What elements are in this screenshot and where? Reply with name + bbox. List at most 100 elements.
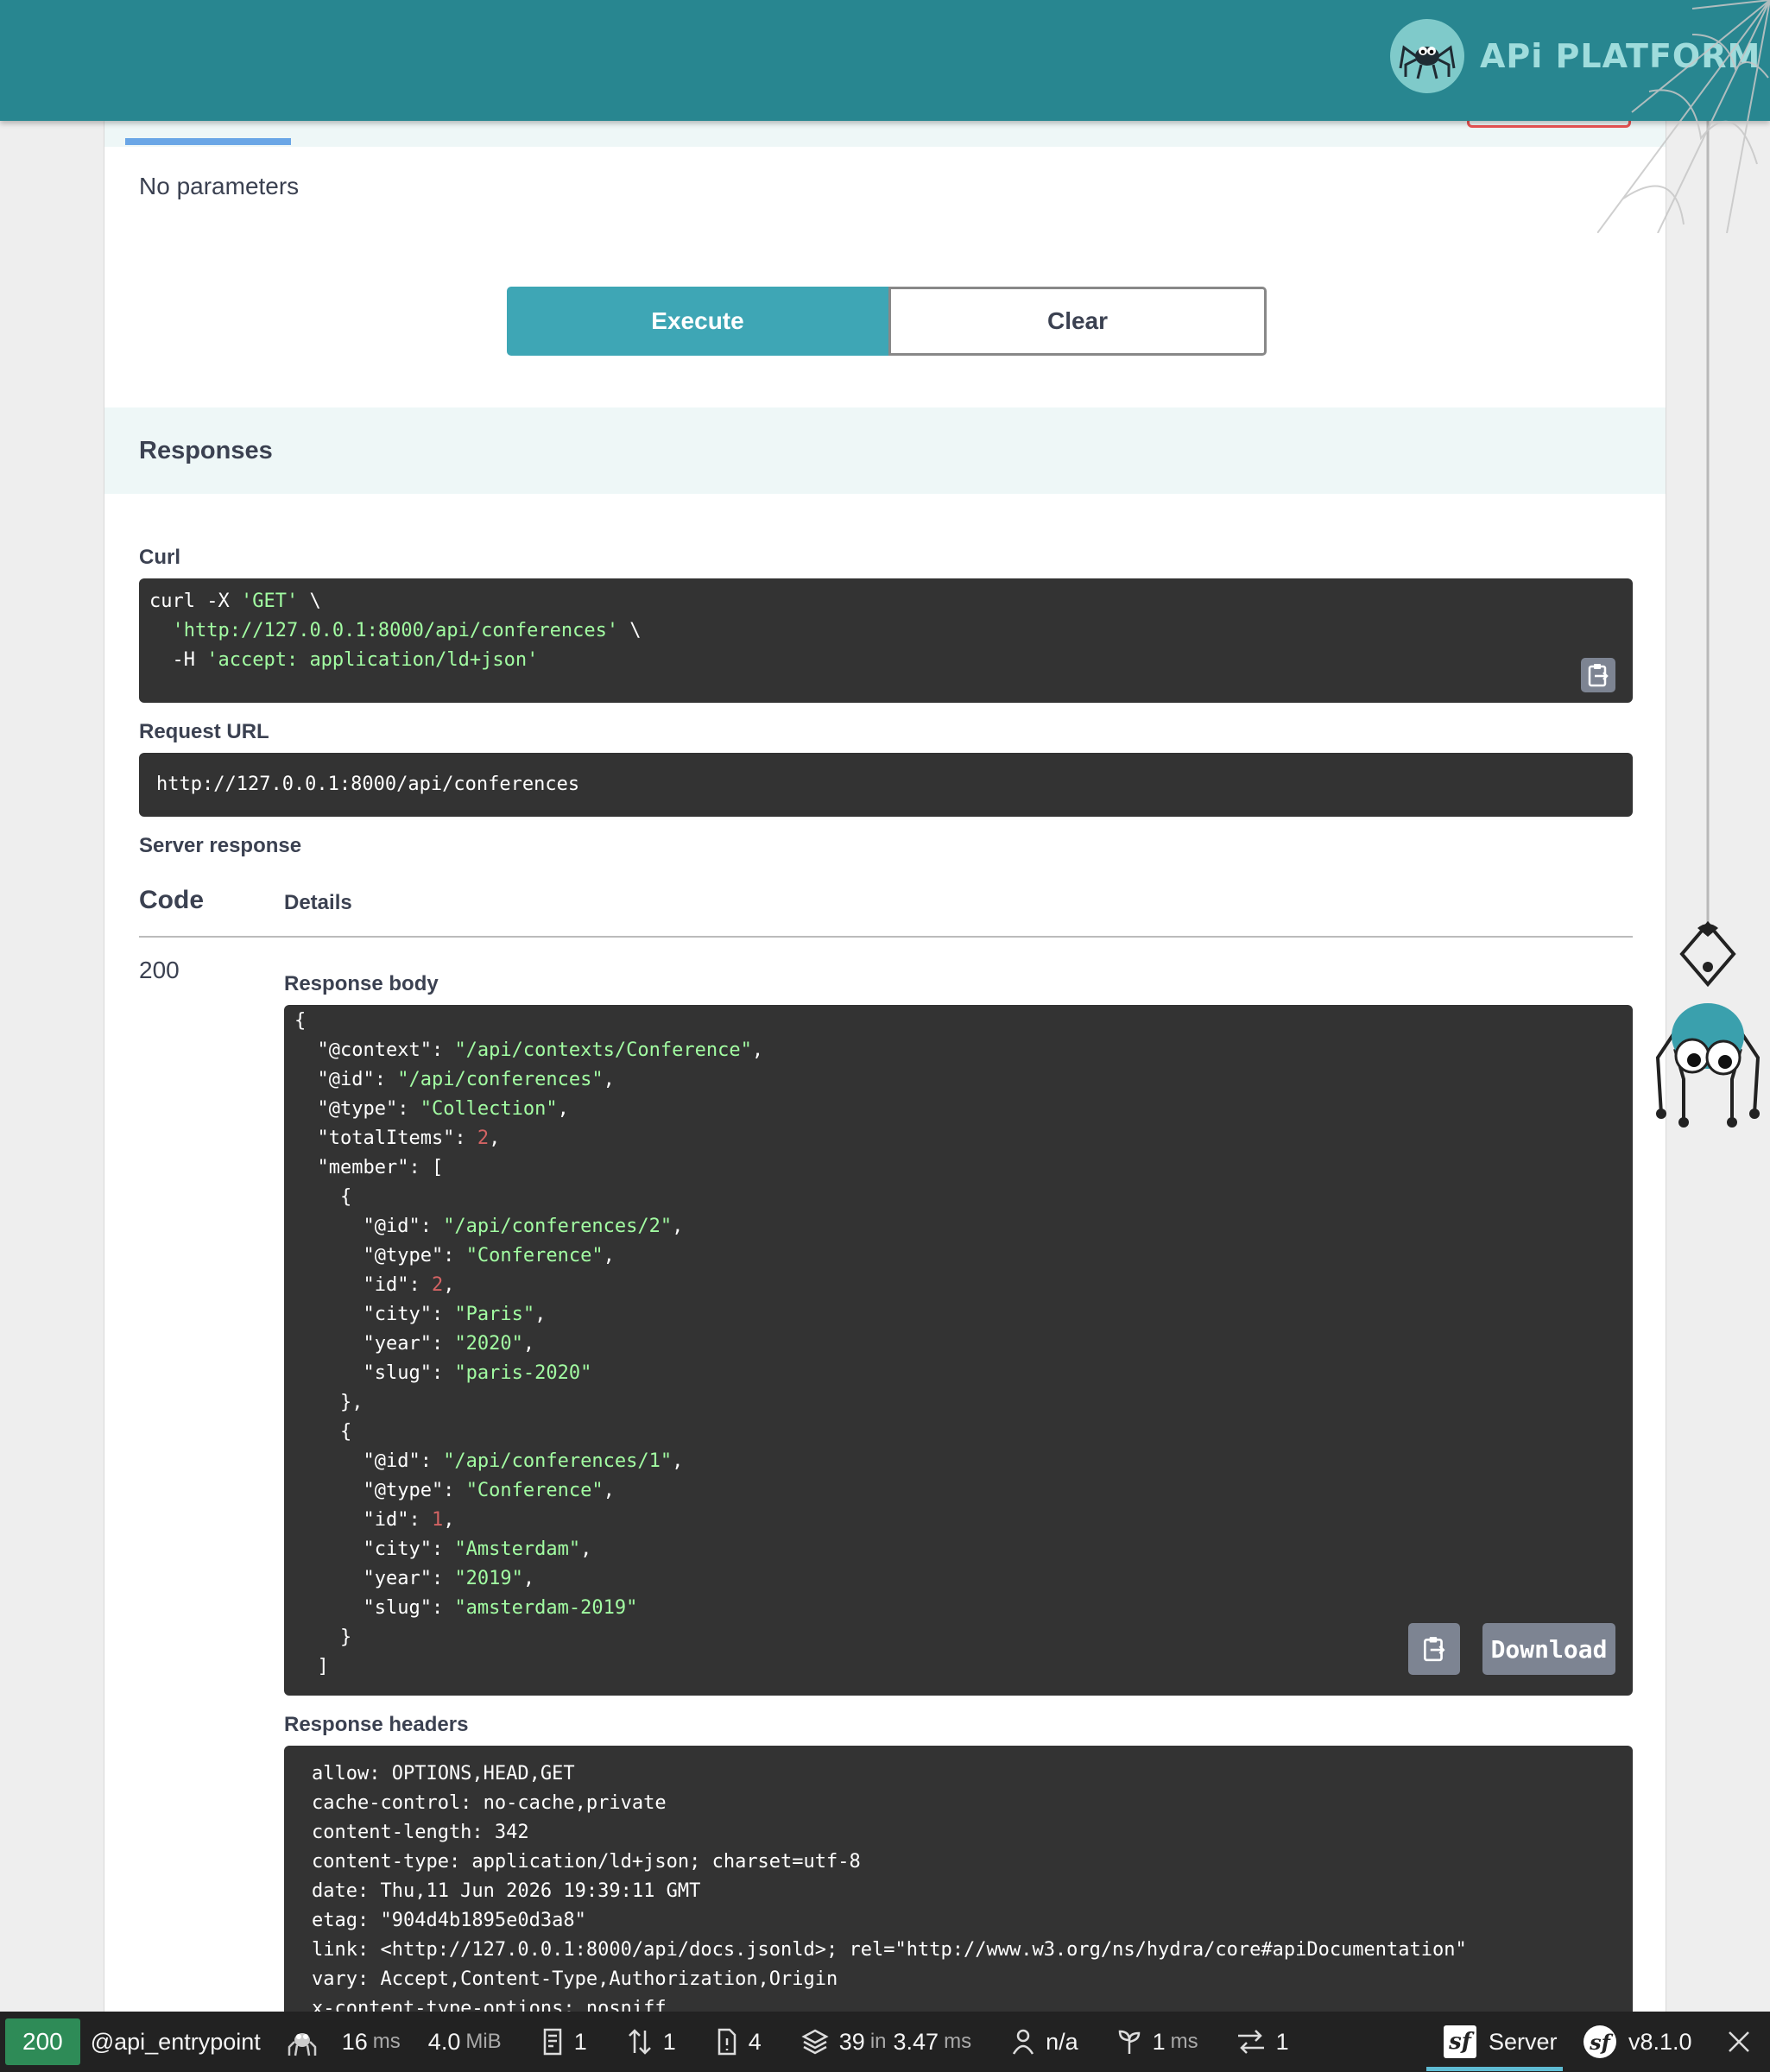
header-line: etag: "904d4b1895e0d3a8": [312, 1910, 586, 1931]
server-label: Server: [1489, 2028, 1558, 2055]
cache-unit: ms: [944, 2030, 972, 2053]
response-status-code: 200: [139, 957, 180, 983]
log-icon: [543, 2028, 561, 2056]
header-line: cache-control: no-cache,private: [312, 1792, 667, 1814]
curl-label: Curl: [139, 546, 180, 569]
user-icon: [1013, 2029, 1034, 2055]
json-line: "id": 1,: [294, 1509, 455, 1531]
memory-unit: MiB: [465, 2030, 502, 2053]
route-name[interactable]: @api_entrypoint: [91, 2012, 261, 2072]
memory-value: 4.0: [427, 2028, 461, 2055]
header-line: content-length: 342: [312, 1822, 529, 1843]
debug-toolbar: 200 @api_entrypoint 16 ms 4.0 MiB 1 1 4 39…: [0, 2012, 1770, 2072]
clipboard-copy-icon: [1423, 1637, 1445, 1662]
json-line: "@type": "Conference",: [294, 1480, 615, 1501]
curl-command-text: curl -X 'GET' \ 'http://127.0.0.1:8000/a…: [149, 587, 642, 675]
clipboard-copy-icon: [1588, 664, 1609, 687]
copy-response-button[interactable]: [1408, 1623, 1460, 1675]
json-line: "slug": "paris-2020": [294, 1362, 592, 1384]
json-line: }: [294, 1627, 352, 1648]
api-platform-logo[interactable]: APi PLATFORM: [1390, 19, 1761, 93]
status-badge[interactable]: 200: [5, 2018, 80, 2065]
security-panel[interactable]: n/a: [1011, 2012, 1078, 2072]
json-line: "member": [: [294, 1157, 444, 1178]
brand-name: APi PLATFORM: [1480, 37, 1761, 75]
header-line: link: <http://127.0.0.1:8000/api/docs.js…: [312, 1939, 1467, 1961]
init-unit: ms: [1170, 2030, 1198, 2053]
symfony-version[interactable]: sf v8.1.0: [1584, 2012, 1692, 2072]
json-line: "city": "Paris",: [294, 1304, 547, 1325]
close-toolbar-button[interactable]: [1727, 2012, 1751, 2072]
json-line: {: [294, 1186, 352, 1208]
json-line: "@id": "/api/conferences",: [294, 1069, 615, 1090]
json-line: "@context": "/api/contexts/Conference",: [294, 1039, 764, 1061]
json-line: "@id": "/api/conferences/1",: [294, 1450, 684, 1472]
json-line: "@type": "Collection",: [294, 1098, 569, 1120]
json-line: {: [294, 1010, 307, 1032]
user-value: n/a: [1046, 2028, 1078, 2055]
curl-command-box[interactable]: curl -X 'GET' \ 'http://127.0.0.1:8000/a…: [139, 578, 1633, 703]
memory-usage[interactable]: 4.0 MiB: [428, 2012, 502, 2072]
json-line: {: [294, 1421, 352, 1443]
json-line: ]: [294, 1656, 329, 1677]
response-headers-text: allow: OPTIONS,HEAD,GET cache-control: n…: [312, 1759, 1467, 2012]
http-client-panel[interactable]: 1: [1236, 2012, 1289, 2072]
forms-count: 4: [748, 2028, 762, 2055]
init-value: 1: [1152, 2028, 1166, 2055]
responses-section-header: Responses: [104, 407, 1666, 494]
json-line: "slug": "amsterdam-2019": [294, 1597, 638, 1619]
execute-wrapper: Execute Clear: [507, 287, 1267, 356]
download-button[interactable]: Download: [1482, 1623, 1615, 1675]
curl-line: -H 'accept: application/ld+json': [149, 649, 539, 671]
header-line: x-content-type-options: nosniff: [312, 1998, 667, 2012]
sprout-icon: [1118, 2030, 1140, 2054]
response-body-json: { "@context": "/api/contexts/Conference"…: [294, 1007, 763, 1682]
table-divider: [139, 936, 1633, 938]
request-url-label: Request URL: [139, 720, 269, 743]
response-body-label: Response body: [284, 972, 439, 995]
json-line: },: [294, 1392, 363, 1413]
requests-panel[interactable]: 1: [627, 2012, 676, 2072]
spider-icon: [288, 2033, 316, 2056]
version-label: v8.1.0: [1628, 2028, 1692, 2055]
cache-panel[interactable]: 39 in 3.47 ms: [801, 2012, 971, 2072]
json-line: "@type": "Conference",: [294, 1245, 615, 1267]
response-headers-box[interactable]: allow: OPTIONS,HEAD,GET cache-control: n…: [284, 1746, 1633, 2012]
header-line: date: Thu,11 Jun 2026 19:39:11 GMT: [312, 1880, 701, 1902]
json-line: "city": "Amsterdam",: [294, 1538, 592, 1560]
http-count: 1: [1275, 2028, 1289, 2055]
json-line: "totalItems": 2,: [294, 1128, 501, 1149]
header-line: content-type: application/ld+json; chars…: [312, 1851, 861, 1873]
active-tab-indicator: [125, 138, 291, 145]
server-panel[interactable]: sf Server: [1426, 2012, 1563, 2072]
responses-title: Responses: [139, 437, 273, 464]
transfer-icon: [1237, 2030, 1264, 2054]
curl-line: curl -X 'GET' \: [149, 591, 321, 612]
json-line: "year": "2019",: [294, 1568, 535, 1589]
request-time[interactable]: 16 ms: [342, 2012, 401, 2072]
json-line: "year": "2020",: [294, 1333, 535, 1355]
execute-button[interactable]: Execute: [507, 287, 888, 356]
json-line: "id": 2,: [294, 1274, 455, 1296]
init-panel[interactable]: 1 ms: [1116, 2012, 1198, 2072]
logs-panel[interactable]: 1: [541, 2012, 587, 2072]
response-body-box[interactable]: { "@context": "/api/contexts/Conference"…: [284, 1005, 1633, 1696]
cache-time: 3.47: [893, 2028, 939, 2055]
spider-logo-icon: [1390, 19, 1464, 93]
requests-count: 1: [662, 2028, 676, 2055]
request-time-value: 16: [341, 2028, 368, 2055]
response-headers-label: Response headers: [284, 1713, 469, 1736]
request-time-unit: ms: [372, 2030, 401, 2053]
request-url-text: http://127.0.0.1:8000/api/conferences: [156, 774, 580, 795]
request-url-box[interactable]: http://127.0.0.1:8000/api/conferences: [139, 753, 1633, 817]
clear-button[interactable]: Clear: [888, 287, 1267, 356]
cache-in: in: [869, 2030, 887, 2053]
code-column-header: Code: [139, 886, 204, 914]
api-platform-toolbar-icon[interactable]: [287, 2012, 318, 2072]
no-parameters-text: No parameters: [139, 173, 300, 199]
operation-panel: No parameters Execute Clear Responses Cu…: [104, 112, 1666, 2012]
forms-panel[interactable]: 4: [716, 2012, 762, 2072]
top-header: APi PLATFORM: [0, 0, 1770, 121]
copy-curl-button[interactable]: [1581, 658, 1615, 692]
curl-line: 'http://127.0.0.1:8000/api/conferences' …: [172, 620, 642, 641]
